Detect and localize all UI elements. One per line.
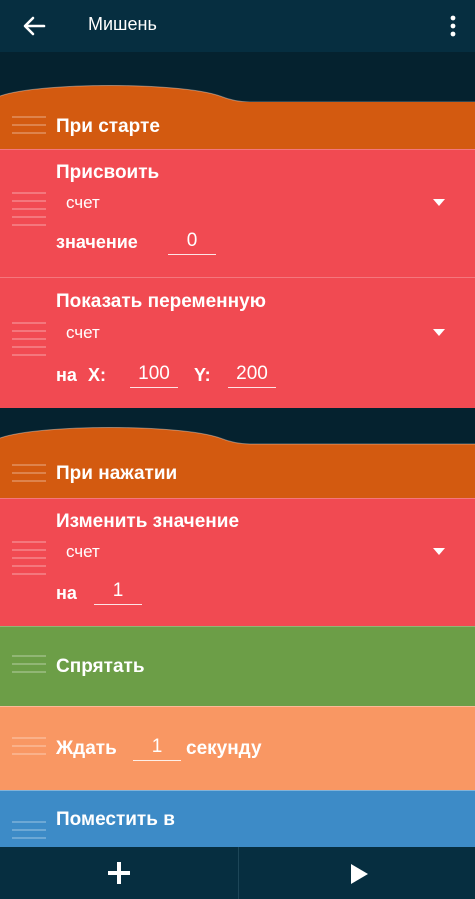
drag-handle[interactable] xyxy=(12,541,46,581)
drag-handle[interactable] xyxy=(12,821,46,845)
add-block-button[interactable] xyxy=(0,847,238,899)
play-button[interactable] xyxy=(239,847,475,899)
drag-handle[interactable] xyxy=(12,737,46,761)
by-input[interactable]: 1 xyxy=(94,580,142,605)
block-move-to[interactable]: Поместить в xyxy=(0,790,475,847)
y-input[interactable]: 200 xyxy=(228,363,276,388)
position-label: на xyxy=(56,365,77,385)
block-assign-label: Присвоить xyxy=(56,162,160,183)
block-change-value[interactable]: Изменить значение счет на 1 xyxy=(0,498,475,627)
chevron-down-icon[interactable] xyxy=(433,199,445,206)
script-workspace[interactable]: При старте Присвоить счет значение 0 Пок… xyxy=(0,52,475,847)
drag-handle[interactable] xyxy=(12,116,46,140)
chevron-down-icon[interactable] xyxy=(433,548,445,555)
drag-handle[interactable] xyxy=(12,322,46,362)
chevron-down-icon[interactable] xyxy=(433,329,445,336)
block-move-to-label: Поместить в xyxy=(56,809,175,830)
more-vert-icon[interactable] xyxy=(441,12,465,40)
drag-handle[interactable] xyxy=(12,192,46,232)
x-input[interactable]: 100 xyxy=(130,363,178,388)
block-show-variable[interactable]: Показать переменную счет на X: 100 Y: 20… xyxy=(0,277,475,408)
block-on-tap[interactable]: При нажатии xyxy=(0,452,475,498)
block-on-tap-label: При нажатии xyxy=(56,463,178,484)
play-icon xyxy=(351,864,368,884)
block-assign[interactable]: Присвоить счет значение 0 xyxy=(0,149,475,278)
block-hide-label: Спрятать xyxy=(56,656,145,677)
variable-dropdown[interactable]: счет xyxy=(66,193,100,213)
wait-unit-label: секунду xyxy=(186,738,262,759)
drag-handle[interactable] xyxy=(12,655,46,679)
block-on-start[interactable]: При старте xyxy=(0,102,475,149)
plus-icon xyxy=(108,862,130,884)
by-label: на xyxy=(56,583,77,603)
value-input[interactable]: 0 xyxy=(168,230,216,255)
bottom-bar xyxy=(0,847,475,899)
value-label: значение xyxy=(56,232,138,252)
block-wait[interactable]: Ждать 1 секунду xyxy=(0,706,475,791)
block-change-value-label: Изменить значение xyxy=(56,511,240,532)
x-label: X: xyxy=(88,365,106,385)
block-show-variable-label: Показать переменную xyxy=(56,291,266,312)
wait-input[interactable]: 1 xyxy=(133,736,181,761)
block-on-start-label: При старте xyxy=(56,116,160,137)
y-label: Y: xyxy=(194,365,211,385)
block-hide[interactable]: Спрятать xyxy=(0,626,475,707)
drag-handle[interactable] xyxy=(12,464,46,488)
page-title: Мишень xyxy=(88,14,157,34)
variable-dropdown[interactable]: счет xyxy=(66,542,100,562)
variable-dropdown[interactable]: счет xyxy=(66,323,100,343)
block-wait-label: Ждать xyxy=(56,738,117,759)
back-arrow-icon[interactable] xyxy=(20,12,48,40)
top-app-bar: Мишень xyxy=(0,0,475,52)
